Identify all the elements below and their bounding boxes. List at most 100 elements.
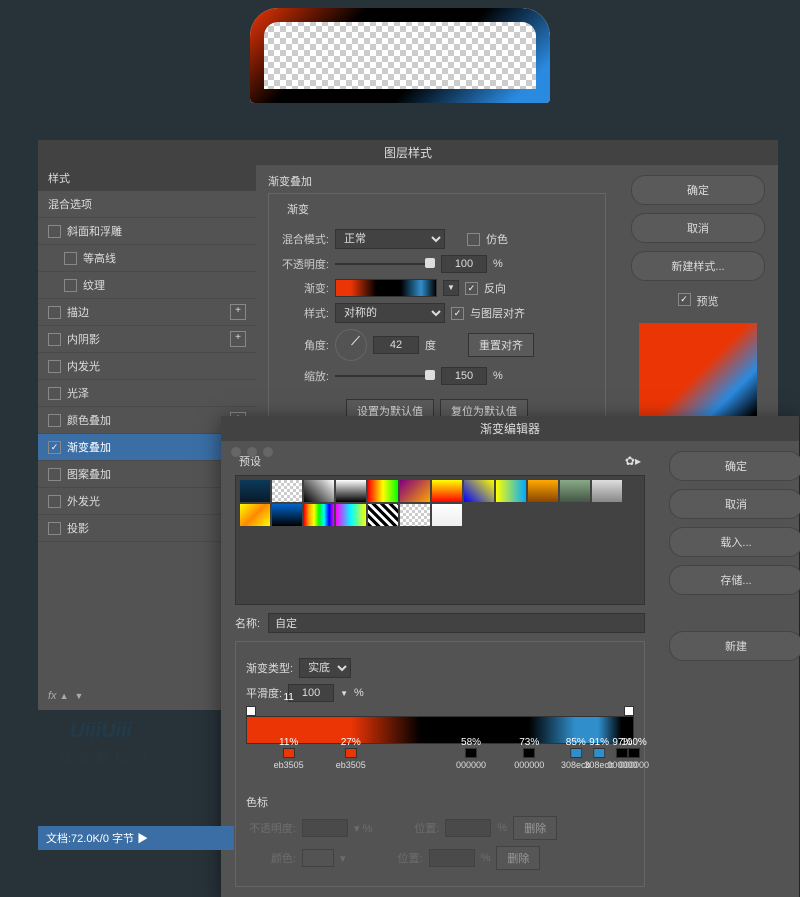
color-stop[interactable]: 100%000000 — [619, 737, 649, 770]
preset-swatch[interactable] — [304, 504, 334, 526]
preset-swatch[interactable] — [336, 480, 366, 502]
preset-swatch[interactable] — [400, 504, 430, 526]
preset-swatch[interactable] — [272, 480, 302, 502]
preset-swatch[interactable] — [368, 504, 398, 526]
align-checkbox[interactable] — [451, 307, 464, 320]
color-stop[interactable]: 73%000000 — [514, 737, 544, 770]
opacity-slider[interactable] — [335, 263, 435, 265]
reset-align-button[interactable]: 重置对齐 — [468, 333, 534, 357]
stop-opacity-input[interactable] — [302, 819, 348, 837]
down-arrow-icon[interactable]: ▼ — [74, 691, 83, 701]
stop-position-input[interactable] — [429, 849, 475, 867]
load-button[interactable]: 载入... — [669, 527, 800, 557]
window-controls — [221, 441, 283, 463]
watermark-sub: 优优教程网 — [60, 748, 150, 768]
scale-slider[interactable] — [335, 375, 435, 377]
preset-swatch[interactable] — [272, 504, 302, 526]
checkbox[interactable] — [48, 225, 61, 238]
checkbox[interactable] — [64, 252, 77, 265]
style-satin[interactable]: 光泽 — [38, 380, 256, 407]
color-stop[interactable]: 58%000000 — [456, 737, 486, 770]
blend-mode-select[interactable]: 正常 — [335, 229, 445, 249]
style-bevel[interactable]: 斜面和浮雕 — [38, 218, 256, 245]
zoom-icon[interactable] — [263, 447, 273, 457]
gradient-name-input[interactable] — [268, 613, 645, 633]
color-swatch[interactable] — [302, 849, 334, 867]
dialog-buttons: 确定 取消 载入... 存储... 新建 — [659, 441, 799, 897]
watermark: UiiiUiii — [70, 720, 132, 743]
opacity-stop[interactable] — [624, 706, 634, 716]
ok-button[interactable]: 确定 — [669, 451, 800, 481]
checkbox[interactable] — [64, 279, 77, 292]
opacity-input[interactable] — [441, 255, 487, 273]
preset-swatch[interactable] — [528, 480, 558, 502]
dropdown-icon[interactable]: ▼ — [340, 689, 348, 698]
save-button[interactable]: 存储... — [669, 565, 800, 595]
style-contour[interactable]: 等高线 — [38, 245, 256, 272]
sidebar-header: 样式 — [38, 165, 256, 191]
checkbox[interactable] — [48, 495, 61, 508]
color-stop[interactable]: 27%eb3505 — [336, 737, 366, 770]
opacity-stop[interactable] — [246, 706, 256, 716]
style-texture[interactable]: 纹理 — [38, 272, 256, 299]
preset-swatch[interactable] — [496, 480, 526, 502]
preset-swatch[interactable] — [304, 480, 334, 502]
checkbox[interactable] — [48, 360, 61, 373]
preset-swatch[interactable] — [336, 504, 366, 526]
preset-swatch[interactable] — [432, 480, 462, 502]
blending-options[interactable]: 混合选项 — [38, 191, 256, 218]
checkbox[interactable] — [48, 306, 61, 319]
preset-grid[interactable] — [235, 475, 645, 605]
reverse-checkbox[interactable] — [465, 282, 478, 295]
gradient-ramp[interactable]: 11 11%eb350527%eb350558%00000073%0000008… — [246, 716, 634, 744]
angle-dial[interactable] — [335, 329, 367, 361]
cancel-button[interactable]: 取消 — [669, 489, 800, 519]
ok-button[interactable]: 确定 — [631, 175, 765, 205]
dropdown-icon[interactable]: ▼ — [443, 280, 459, 296]
canvas-area — [0, 0, 800, 103]
gradient-preview[interactable] — [335, 279, 437, 297]
preset-swatch[interactable] — [464, 480, 494, 502]
gradient-editor-panel: 渐变类型:实底 平滑度:▼% 11 11%eb350527%eb350558%0… — [235, 641, 645, 887]
style-stroke[interactable]: 描边+ — [38, 299, 256, 326]
cancel-button[interactable]: 取消 — [631, 213, 765, 243]
checkbox[interactable] — [48, 333, 61, 346]
gear-icon[interactable]: ✿▸ — [625, 454, 641, 468]
preset-swatch[interactable] — [560, 480, 590, 502]
preset-swatch[interactable] — [368, 480, 398, 502]
gradient-editor-dialog: 渐变编辑器 预设✿▸ 名称: 渐变类型:实底 平滑度:▼% 11 11%eb35… — [221, 416, 799, 897]
style-preview — [639, 323, 757, 423]
color-stop[interactable]: 11%eb3505 — [274, 737, 304, 770]
add-icon[interactable]: + — [230, 331, 246, 347]
minimize-icon[interactable] — [247, 447, 257, 457]
dither-checkbox[interactable] — [467, 233, 480, 246]
angle-input[interactable] — [373, 336, 419, 354]
up-arrow-icon[interactable]: ▲ — [60, 691, 69, 701]
preview-checkbox[interactable] — [678, 293, 691, 306]
checkbox[interactable] — [48, 468, 61, 481]
new-button[interactable]: 新建 — [669, 631, 800, 661]
dialog-title: 渐变编辑器 — [221, 416, 799, 441]
close-icon[interactable] — [231, 447, 241, 457]
add-icon[interactable]: + — [230, 304, 246, 320]
chevron-right-icon[interactable]: ▶ — [137, 833, 148, 845]
checkbox[interactable] — [48, 387, 61, 400]
style-inner-shadow[interactable]: 内阴影+ — [38, 326, 256, 353]
preset-swatch[interactable] — [240, 504, 270, 526]
preset-swatch[interactable] — [240, 480, 270, 502]
checkbox[interactable] — [48, 441, 61, 454]
smoothness-input[interactable] — [288, 684, 334, 702]
preset-swatch[interactable] — [400, 480, 430, 502]
style-inner-glow[interactable]: 内发光 — [38, 353, 256, 380]
new-style-button[interactable]: 新建样式... — [631, 251, 765, 281]
checkbox[interactable] — [48, 522, 61, 535]
name-label: 名称: — [235, 615, 260, 631]
preset-swatch[interactable] — [432, 504, 462, 526]
gradient-type-select[interactable]: 实底 — [299, 658, 351, 678]
preset-swatch[interactable] — [592, 480, 622, 502]
checkbox[interactable] — [48, 414, 61, 427]
style-select[interactable]: 对称的 — [335, 303, 445, 323]
stop-position-input[interactable] — [445, 819, 491, 837]
scale-input[interactable] — [441, 367, 487, 385]
delete-button[interactable]: 删除 — [513, 816, 557, 840]
